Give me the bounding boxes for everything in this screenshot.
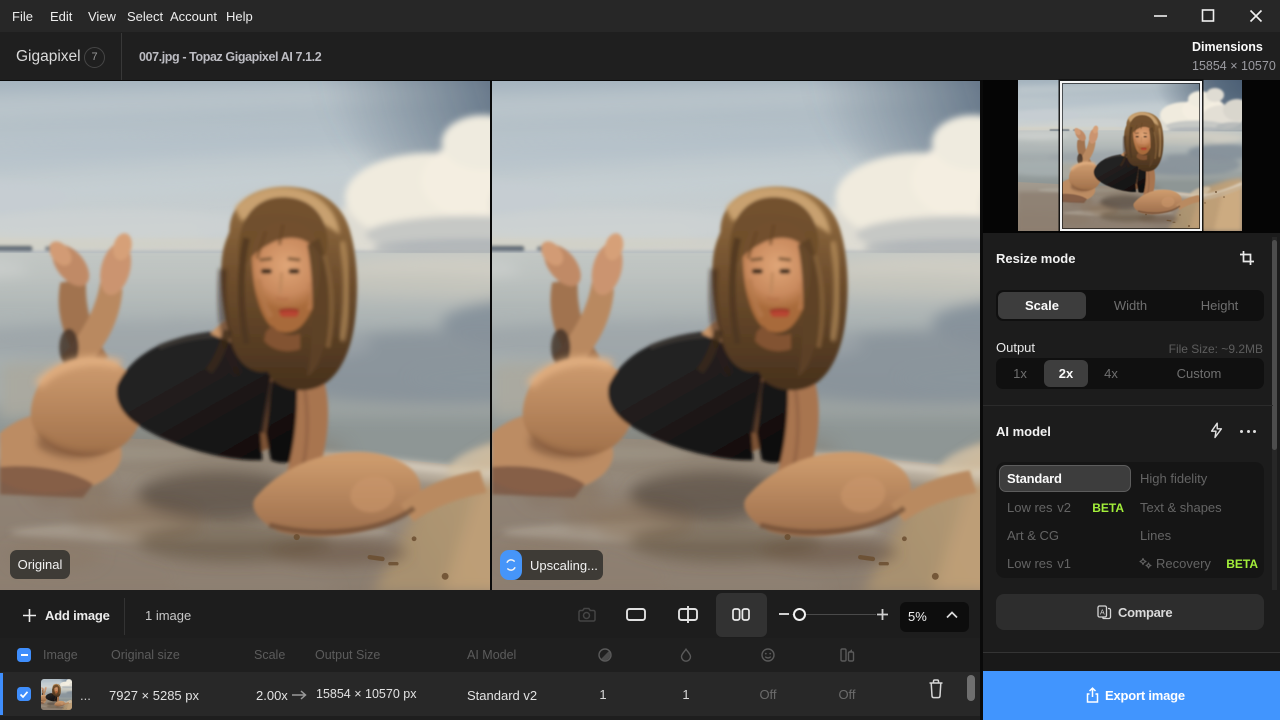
svg-text:A: A bbox=[1100, 610, 1105, 617]
